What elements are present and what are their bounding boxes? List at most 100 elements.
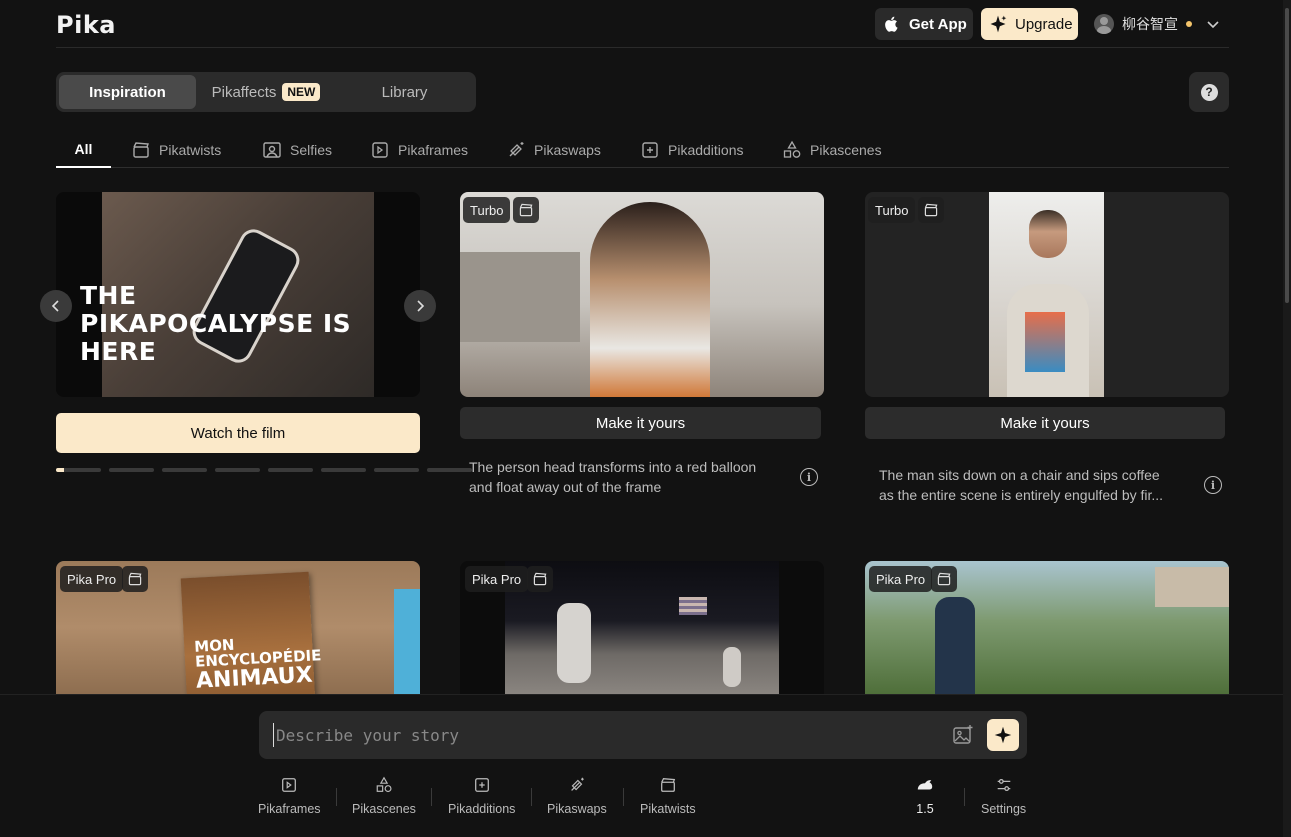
pager-dot[interactable] [215, 468, 260, 472]
carousel-pager [56, 468, 472, 472]
category-selfies[interactable]: Selfies [262, 132, 332, 168]
pager-dot[interactable] [427, 468, 472, 472]
model-tag: Turbo [463, 197, 511, 223]
frame-icon [282, 778, 297, 792]
pika-logo[interactable]: Pika [56, 11, 116, 39]
chevron-right-icon [417, 300, 425, 312]
prompt-input[interactable] [273, 723, 933, 747]
divider [336, 788, 337, 806]
notification-dot [1186, 21, 1192, 27]
tool-label: Pikatwists [640, 802, 696, 816]
house-graphic [1155, 567, 1229, 607]
second-book-graphic [394, 589, 420, 694]
clapperboard-icon [513, 197, 539, 223]
get-app-label: Get App [909, 15, 967, 33]
info-icon[interactable]: i [800, 468, 818, 486]
pager-dot[interactable] [109, 468, 154, 472]
tab-inspiration[interactable]: Inspiration [59, 75, 196, 109]
selfie-icon [263, 142, 281, 158]
tool-label: Pikaframes [258, 802, 321, 816]
upgrade-label: Upgrade [1015, 15, 1073, 33]
sparkle-icon [994, 726, 1012, 744]
prompt-box [259, 711, 1027, 759]
settings-label: Settings [981, 802, 1027, 816]
pager-dot[interactable] [162, 468, 207, 472]
make-it-yours-button[interactable]: Make it yours [460, 407, 821, 439]
tool-pikadditions[interactable]: Pikadditions [448, 776, 515, 820]
kitchen-graphic [460, 252, 580, 342]
video-card-thumbnail[interactable] [460, 192, 824, 397]
add-image-icon[interactable] [952, 724, 974, 746]
tool-pikatwists[interactable]: Pikatwists [640, 776, 696, 820]
category-label: Pikascenes [810, 142, 882, 158]
generate-button[interactable] [987, 719, 1019, 751]
person-graphic [590, 202, 710, 397]
tab-pikaffects[interactable]: Pikaffects NEW [201, 75, 331, 109]
get-app-button[interactable]: Get App [875, 8, 973, 40]
category-label: Pikaswaps [534, 142, 601, 158]
tool-pikaframes[interactable]: Pikaframes [258, 776, 321, 820]
hero-line: THE [80, 281, 137, 310]
user-menu[interactable]: 柳谷智宣 [1094, 12, 1220, 36]
category-label: Pikaframes [398, 142, 469, 158]
pager-dot[interactable] [321, 468, 366, 472]
make-it-yours-button[interactable]: Make it yours [865, 407, 1225, 439]
info-icon[interactable]: i [1204, 476, 1222, 494]
help-button[interactable]: ? [1189, 72, 1229, 112]
model-selector[interactable]: 1.5 [916, 776, 934, 820]
video-card-thumbnail[interactable] [865, 192, 1229, 397]
help-icon: ? [1200, 83, 1218, 101]
scrollbar-thumb[interactable] [1285, 8, 1289, 303]
model-tag: Pika Pro [60, 566, 124, 592]
category-all[interactable]: All [56, 132, 111, 168]
frame-icon [372, 142, 388, 158]
clapperboard-icon [122, 566, 148, 592]
category-pikadditions[interactable]: Pikadditions [640, 132, 744, 168]
divider [531, 788, 532, 806]
rabbit-icon [917, 780, 933, 790]
category-pikatwists[interactable]: Pikatwists [131, 132, 221, 168]
shapes-icon [376, 776, 392, 793]
description-line: The person head transforms into a red ba… [469, 459, 757, 475]
apple-icon [885, 16, 898, 32]
clapperboard-icon [527, 566, 553, 592]
astronaut-graphic [723, 647, 741, 687]
person-head-graphic [1029, 210, 1067, 258]
astronaut-graphic [557, 603, 591, 683]
model-tag: Pika Pro [465, 566, 529, 592]
user-name: 柳谷智宣 [1122, 16, 1178, 32]
tool-pikascenes[interactable]: Pikascenes [352, 776, 416, 820]
settings-button[interactable]: Settings [981, 776, 1026, 820]
pager-dot[interactable] [56, 468, 101, 472]
video-frame [989, 192, 1104, 397]
clapperboard-icon [918, 197, 944, 223]
divider [431, 788, 432, 806]
hero-headline: THE PIKAPOCALYPSE IS HERE [80, 282, 351, 366]
add-frame-icon [474, 778, 489, 792]
hero-video[interactable]: THE PIKAPOCALYPSE IS HERE [56, 192, 420, 397]
scrollbar[interactable] [1283, 0, 1291, 837]
new-badge: NEW [282, 83, 321, 101]
carousel-next-button[interactable] [404, 290, 436, 322]
category-pikaswaps[interactable]: Pikaswaps [506, 132, 601, 168]
tab-pikaffects-label: Pikaffects [211, 83, 277, 101]
upgrade-button[interactable]: Upgrade [981, 8, 1078, 40]
sliders-icon [997, 778, 1010, 792]
tool-pikaswaps[interactable]: Pikaswaps [547, 776, 607, 820]
book-graphic: MON ENCYCLOPÉDIE ANIMAUX [180, 571, 322, 694]
clapperboard-icon [133, 142, 149, 158]
person-graphic [935, 597, 975, 694]
description-line: The man sits down on a chair and sips co… [879, 467, 1160, 483]
chevron-down-icon [1207, 21, 1219, 29]
book-title: MON ENCYCLOPÉDIE ANIMAUX [194, 633, 323, 694]
category-pikascenes[interactable]: Pikascenes [782, 132, 882, 168]
wand-icon [509, 142, 524, 157]
model-tag: Pika Pro [869, 566, 933, 592]
pager-dot[interactable] [268, 468, 313, 472]
watch-film-button[interactable]: Watch the film [56, 413, 420, 453]
tab-library[interactable]: Library [336, 75, 473, 109]
hero-line: HERE [80, 337, 157, 366]
category-pikaframes[interactable]: Pikaframes [370, 132, 468, 168]
carousel-prev-button[interactable] [40, 290, 72, 322]
pager-dot[interactable] [374, 468, 419, 472]
